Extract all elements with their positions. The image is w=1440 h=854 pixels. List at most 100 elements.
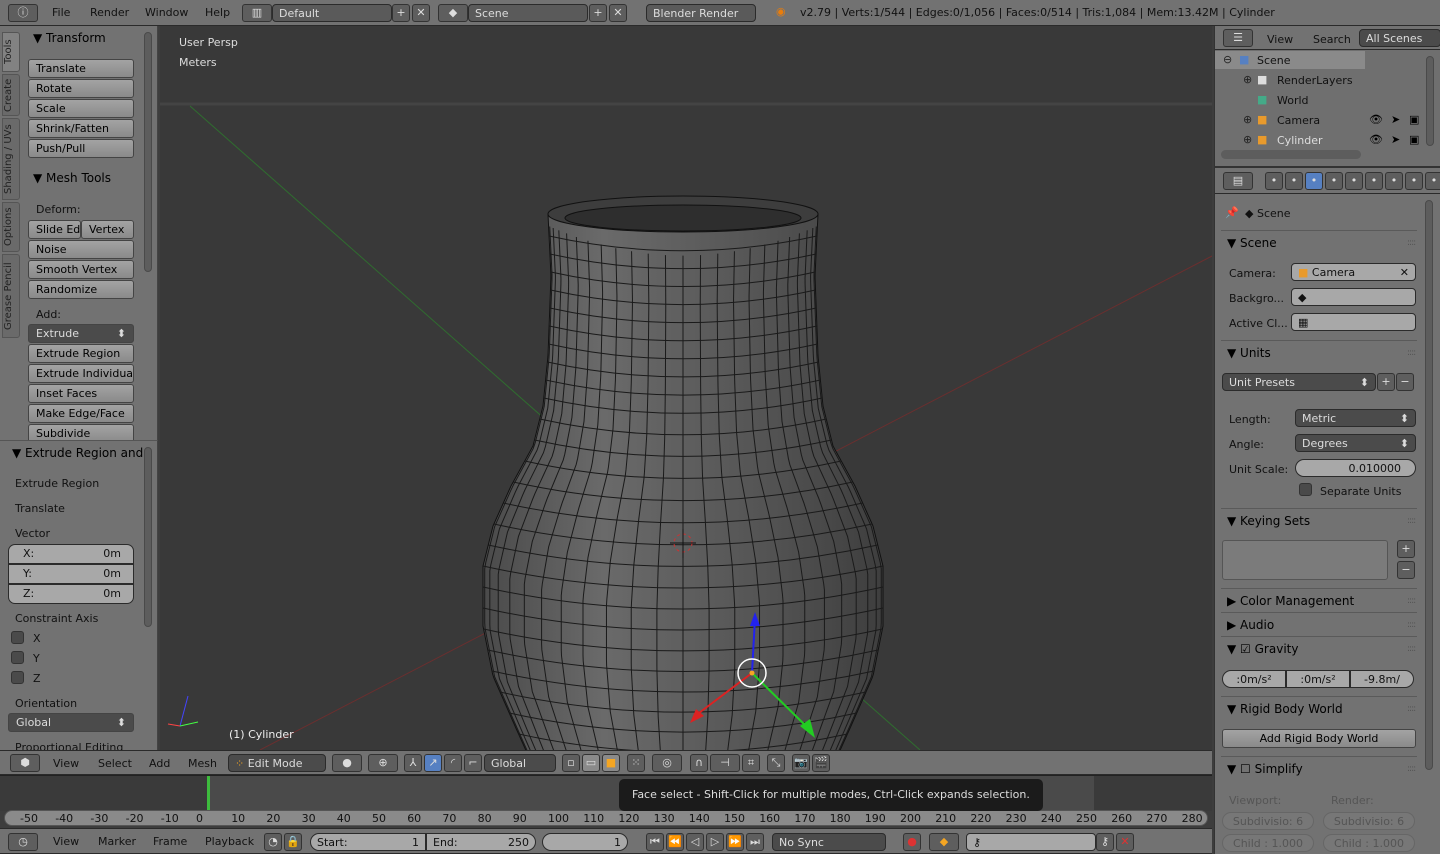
- tab-create[interactable]: Create: [2, 74, 20, 116]
- background-scene-field[interactable]: ◆: [1291, 288, 1416, 306]
- jump-end-icon[interactable]: ⏭: [746, 833, 764, 851]
- rotate-manipulator-icon[interactable]: ◜: [444, 754, 462, 772]
- remove-preset-icon[interactable]: −: [1396, 373, 1414, 391]
- tool-button[interactable]: Randomize: [28, 280, 134, 299]
- gravity-field[interactable]: :0m/s²: [1286, 670, 1350, 688]
- proportional-editing-icon[interactable]: ◎: [652, 754, 682, 772]
- tab-options[interactable]: Options: [2, 202, 20, 252]
- snap-element-icon[interactable]: ⊣: [710, 754, 740, 772]
- expand-icon[interactable]: ⊖: [1223, 53, 1232, 66]
- menu-mesh[interactable]: Mesh: [188, 757, 217, 770]
- opengl-render-icon[interactable]: ⤡: [767, 754, 785, 772]
- close-layout-icon[interactable]: ✕: [412, 4, 430, 22]
- render-subdivision-field[interactable]: Subdivisio: 6: [1323, 812, 1415, 830]
- menu-file[interactable]: File: [52, 6, 70, 19]
- tool-button[interactable]: Smooth Vertex: [28, 260, 134, 279]
- angle-select[interactable]: Degrees ⬍: [1295, 434, 1416, 452]
- drag-handle-icon[interactable]: ::::: [1407, 704, 1416, 714]
- drag-handle-icon[interactable]: ::::: [1407, 764, 1416, 774]
- selectable-cursor-icon[interactable]: ➤: [1391, 133, 1400, 146]
- timeline-editor-icon[interactable]: ◷: [8, 833, 38, 851]
- current-frame-field[interactable]: 1: [542, 833, 628, 851]
- add-rigid-body-world-button[interactable]: Add Rigid Body World: [1222, 729, 1416, 748]
- lock-icon[interactable]: 🔒: [284, 833, 302, 851]
- add-scene-icon[interactable]: +: [589, 4, 607, 22]
- operator-scrollbar[interactable]: [144, 447, 152, 627]
- limit-selection-icon[interactable]: ⁙: [627, 754, 645, 772]
- selectable-cursor-icon[interactable]: ➤: [1391, 113, 1400, 126]
- color-management-panel-header[interactable]: ▶ Color Management: [1227, 594, 1354, 608]
- axis-checkbox[interactable]: [11, 631, 24, 644]
- snap-target-icon[interactable]: ⌗: [742, 754, 760, 772]
- end-frame-field[interactable]: End: 250: [426, 833, 536, 851]
- viewport-subdivision-field[interactable]: Subdivisio: 6: [1222, 812, 1314, 830]
- viewport-shading-icon[interactable]: ●: [332, 754, 362, 772]
- record-icon[interactable]: ●: [903, 833, 921, 851]
- jump-keyframe-back-icon[interactable]: ⏪: [666, 833, 684, 851]
- expand-icon[interactable]: ⊕: [1243, 73, 1252, 86]
- length-select[interactable]: Metric ⬍: [1295, 409, 1416, 427]
- orientation-select[interactable]: Global ⬍: [8, 713, 134, 732]
- menu-help[interactable]: Help: [205, 6, 230, 19]
- add-preset-icon[interactable]: +: [1377, 373, 1395, 391]
- menu-add[interactable]: Add: [149, 757, 170, 770]
- layout-icon[interactable]: ▥: [242, 4, 272, 22]
- preview-range-icon[interactable]: ◔: [264, 833, 282, 851]
- drag-handle-icon[interactable]: ::::: [1407, 596, 1416, 606]
- active-clip-field[interactable]: ▦: [1291, 313, 1416, 331]
- frame-ruler[interactable]: [4, 810, 1208, 826]
- renderable-camera-icon[interactable]: ▣: [1409, 133, 1419, 146]
- simplify-panel-header[interactable]: ▼ ☐ Simplify: [1227, 762, 1303, 776]
- gravity-field[interactable]: -9.8m/: [1350, 670, 1414, 688]
- render-image-icon[interactable]: 📷: [792, 754, 810, 772]
- menu-view[interactable]: View: [53, 757, 79, 770]
- visibility-eye-icon[interactable]: 👁: [1369, 113, 1383, 126]
- editor-type-icon[interactable]: ⬢: [10, 754, 40, 772]
- pin-icon[interactable]: 📌: [1225, 206, 1239, 219]
- unit-presets-select[interactable]: Unit Presets ⬍: [1222, 373, 1376, 391]
- sync-select[interactable]: No Sync: [772, 833, 886, 851]
- drag-handle-icon[interactable]: ::::: [1407, 516, 1416, 526]
- play-icon[interactable]: ▷: [706, 833, 724, 851]
- mesh-tools-panel-header[interactable]: ▼ Mesh Tools: [33, 171, 111, 185]
- start-frame-field[interactable]: Start: 1: [310, 833, 426, 851]
- slide-vertex-button[interactable]: Vertex: [81, 220, 134, 239]
- renderable-camera-icon[interactable]: ▣: [1409, 113, 1419, 126]
- axis-checkbox[interactable]: [11, 651, 24, 664]
- tool-button[interactable]: Scale: [28, 99, 134, 118]
- camera-field[interactable]: ■ Camera ✕: [1291, 263, 1416, 281]
- snap-icon[interactable]: ∩: [690, 754, 708, 772]
- mode-select[interactable]: ⁘ Edit Mode: [228, 754, 326, 772]
- vector-field[interactable]: Y: 0m: [8, 564, 134, 584]
- keying-icon[interactable]: ◆: [929, 833, 959, 851]
- drag-handle-icon[interactable]: ::::: [1407, 348, 1416, 358]
- tab-shading-uvs[interactable]: Shading / UVs: [2, 118, 20, 200]
- outliner-filter-select[interactable]: All Scenes: [1359, 29, 1440, 47]
- keying-sets-panel-header[interactable]: ▼ Keying Sets: [1227, 514, 1310, 528]
- tool-button[interactable]: Push/Pull: [28, 139, 134, 158]
- gravity-field[interactable]: :0m/s²: [1222, 670, 1286, 688]
- render-engine-select[interactable]: Blender Render: [646, 4, 756, 22]
- tool-button[interactable]: Noise: [28, 240, 134, 259]
- tool-button[interactable]: Extrude Individual: [28, 364, 134, 383]
- vector-field[interactable]: X: 0m: [8, 544, 134, 564]
- transform-panel-header[interactable]: ▼ Transform: [33, 31, 106, 45]
- menu-search[interactable]: Search: [1313, 33, 1351, 46]
- keying-sets-list[interactable]: [1222, 540, 1388, 580]
- manipulator-icon[interactable]: ⅄: [404, 754, 422, 772]
- tool-button[interactable]: Inset Faces: [28, 384, 134, 403]
- scene-icon[interactable]: ◆: [438, 4, 468, 22]
- slide-edge-button[interactable]: Slide Ed: [28, 220, 81, 239]
- modifiers-tab-icon[interactable]: •: [1385, 172, 1403, 190]
- properties-editor-icon[interactable]: ▤: [1223, 172, 1253, 190]
- layout-field[interactable]: Default: [272, 4, 392, 22]
- material-tab-icon[interactable]: •: [1425, 172, 1440, 190]
- render-animation-icon[interactable]: 🎬: [812, 754, 830, 772]
- menu-view[interactable]: View: [1267, 33, 1293, 46]
- data-tab-icon[interactable]: •: [1405, 172, 1423, 190]
- face-select-icon[interactable]: ■: [602, 754, 620, 772]
- menu-marker[interactable]: Marker: [98, 835, 136, 848]
- transform-orientation-select[interactable]: Global: [484, 754, 556, 772]
- visibility-eye-icon[interactable]: 👁: [1369, 133, 1383, 146]
- gravity-panel-header[interactable]: ▼ ☑ Gravity: [1227, 642, 1298, 656]
